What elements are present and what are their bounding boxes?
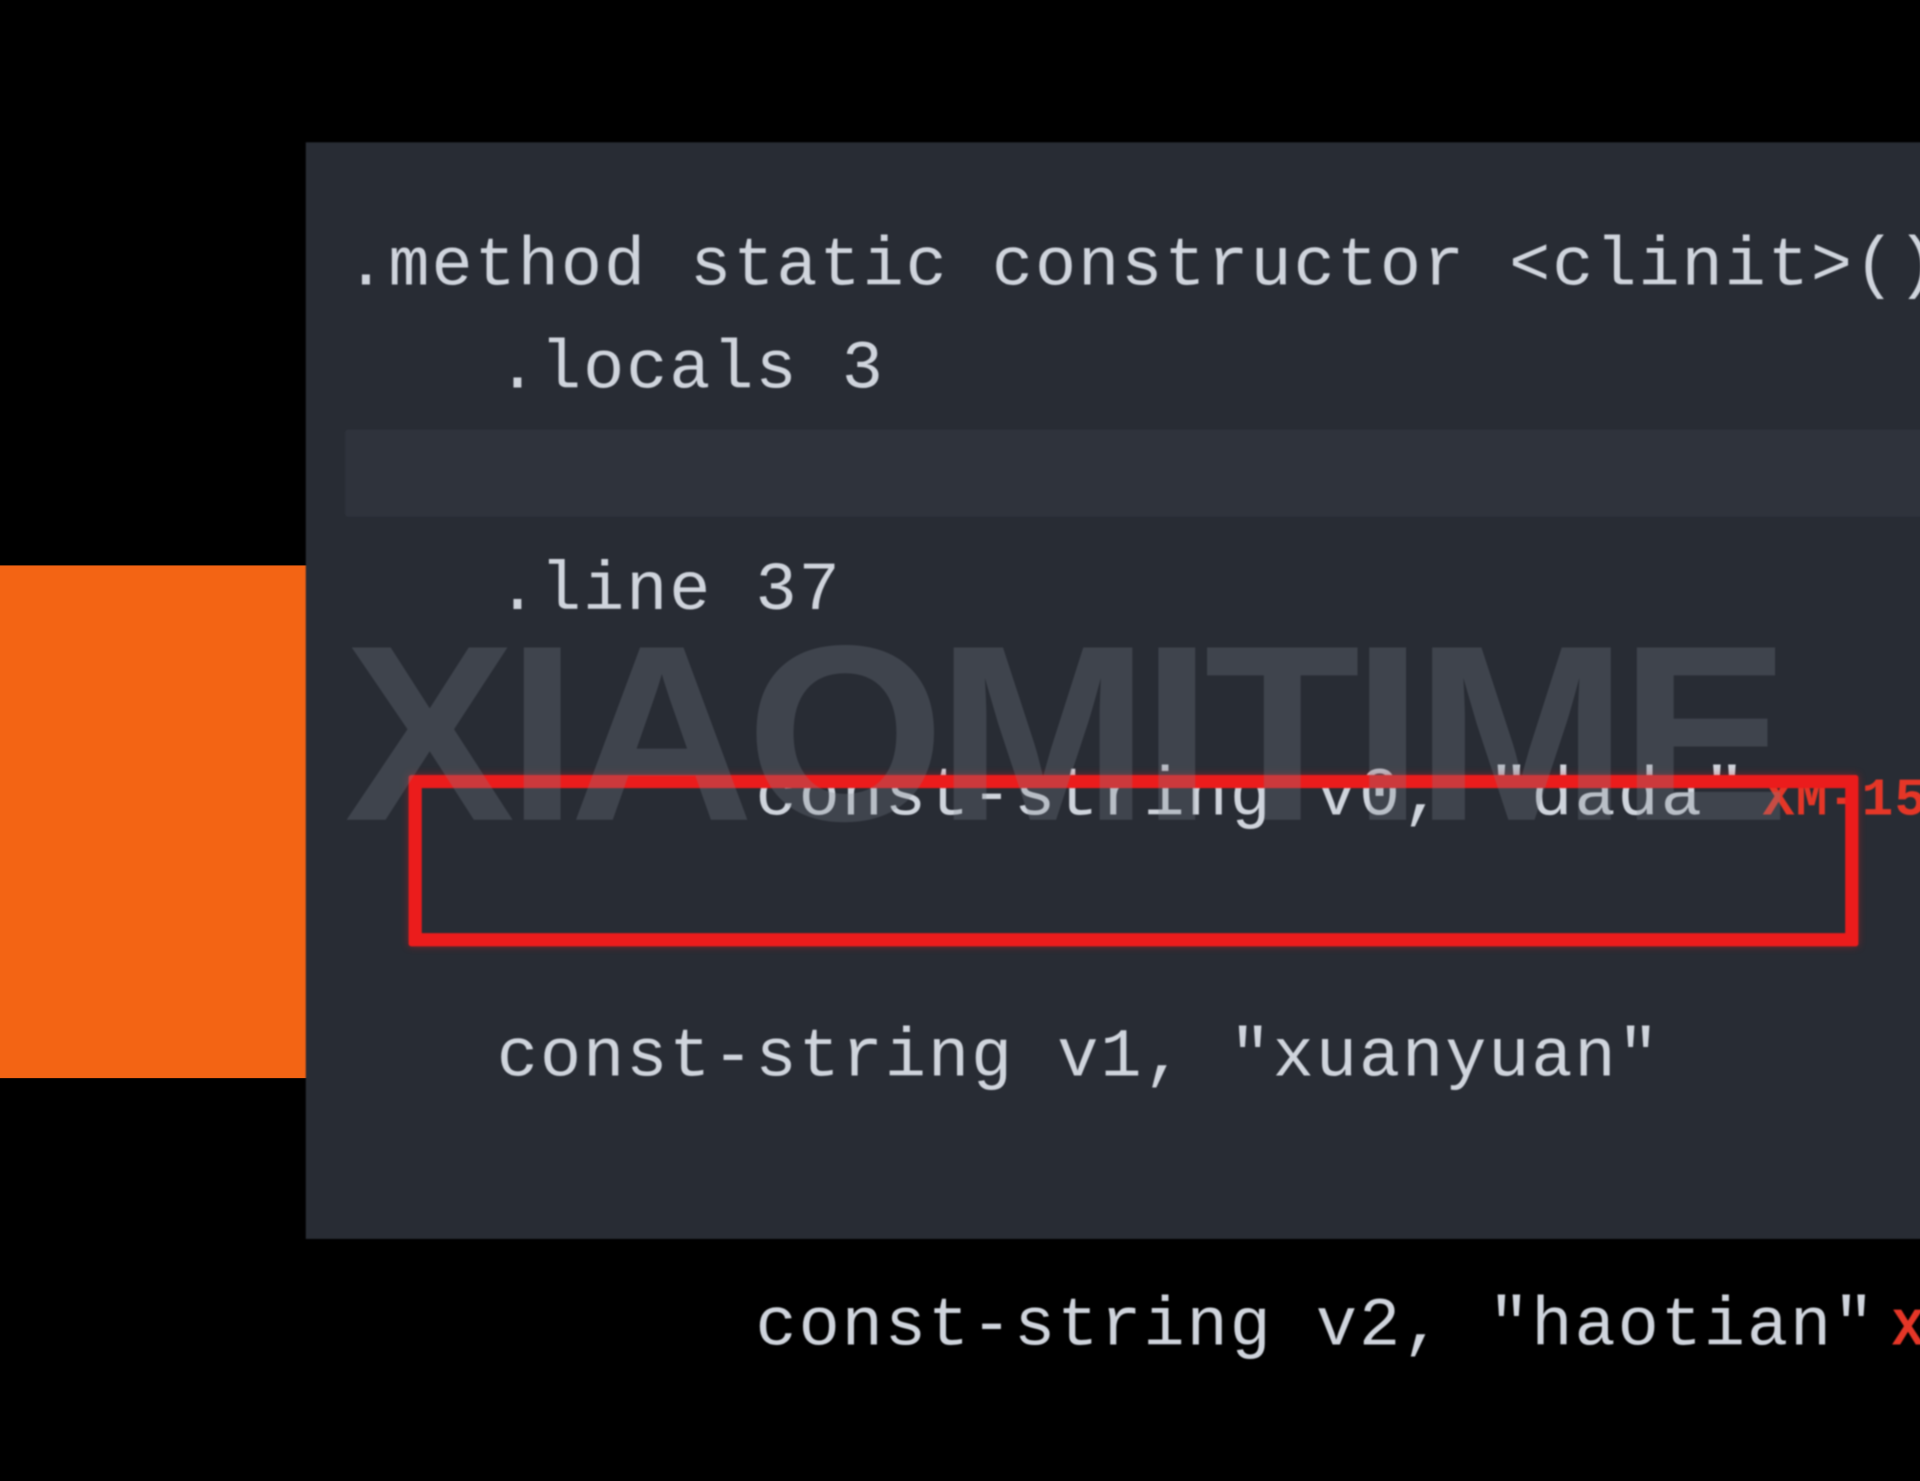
code-line-locals: .locals 3	[345, 319, 1920, 422]
code-line-v2: const-string v2, "haotian"XM-15Pro	[345, 1173, 1920, 1481]
code-line-v1: const-string v1, "xuanyuan"	[345, 1007, 1920, 1110]
code-line-method: .method static constructor <clinit>()V	[345, 216, 1920, 319]
code-text-v2: const-string v2, "haotian"	[756, 1288, 1877, 1366]
annot-xm15pro: XM-15Pro	[1876, 1302, 1920, 1361]
blank-band	[345, 430, 1920, 517]
code-line-linenumber: .line 37	[345, 540, 1920, 643]
code-line-blank3	[345, 1110, 1920, 1173]
code-line-blank2	[345, 952, 1920, 1007]
annot-xm15: XM-15	[1747, 772, 1920, 831]
code-line-v0: const-string v0, "dada"XM-15	[345, 643, 1920, 951]
code-panel: .method static constructor <clinit>()V .…	[306, 142, 1920, 1239]
code-text-v0: const-string v0, "dada"	[756, 758, 1747, 836]
